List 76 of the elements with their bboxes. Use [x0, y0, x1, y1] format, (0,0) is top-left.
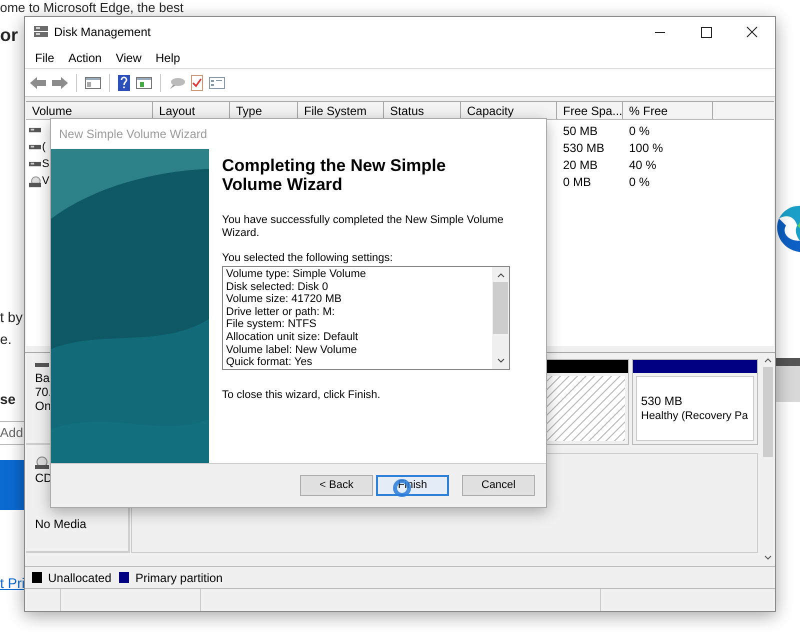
list-item: Volume label: New Volume	[226, 344, 358, 356]
partition[interactable]: 530 MB Healthy (Recovery Pa	[632, 359, 758, 445]
scroll-down-icon[interactable]	[496, 357, 506, 365]
message: To close this wizard, click Finish.	[222, 388, 382, 403]
back-arrow-icon[interactable]	[29, 74, 47, 90]
table-cell: 100 %	[629, 140, 664, 154]
help-icon[interactable]	[117, 74, 131, 92]
table-cell: 20 MB	[563, 158, 598, 172]
optical-drive-icon	[35, 456, 49, 470]
column-header[interactable]: % Free	[623, 102, 713, 119]
text-field[interactable]: Add	[0, 421, 24, 445]
paragraph: t by e.	[0, 308, 24, 349]
checklist-icon[interactable]	[190, 74, 204, 92]
page-heading: ome to Microsoft Edge, the best	[0, 0, 184, 15]
panel-icon[interactable]	[84, 74, 102, 90]
drive-icon	[35, 362, 49, 368]
list-icon[interactable]	[208, 74, 226, 90]
field-label: You selected the following settings:	[222, 252, 394, 265]
list-item: File system: NTFS	[226, 318, 318, 331]
panel-icon[interactable]	[135, 74, 153, 90]
menu-item[interactable]: View	[114, 48, 142, 66]
list-item: Volume type: Simple Volume	[226, 268, 368, 281]
list-item: Disk selected: Disk 0	[226, 280, 330, 294]
table-cell-text: (	[42, 140, 46, 156]
drive-icon	[29, 127, 41, 134]
scroll-thumb[interactable]	[493, 282, 508, 334]
table-cell-text: V	[42, 174, 50, 190]
drive-icon	[29, 144, 41, 151]
list-item: Quick format: Yes	[226, 356, 314, 369]
table-cell: 0 MB	[563, 174, 592, 188]
partition-info: 530 MB	[641, 394, 684, 408]
link[interactable]: t Pri	[0, 573, 25, 594]
page-heading: or	[0, 24, 18, 47]
disk-info: Ba	[35, 371, 51, 385]
scrollbar[interactable]	[492, 267, 509, 369]
table-cell: 0 %	[629, 174, 650, 188]
table-cell-text: S	[42, 157, 50, 172]
list-item: Allocation unit size: Default	[226, 330, 360, 344]
column-header[interactable]: Status	[384, 102, 461, 119]
column-header[interactable]: Capacity	[461, 102, 557, 119]
window-title: Disk Management	[54, 24, 151, 41]
column-header[interactable]: Type	[230, 102, 298, 119]
column-header[interactable]: File System	[298, 102, 384, 119]
list-item: Drive letter or path: M:	[226, 306, 336, 318]
side-panel	[776, 358, 800, 402]
table-cell: 530 MB	[563, 140, 604, 154]
optical-drive-icon	[29, 176, 41, 188]
menu-item[interactable]: Help	[154, 48, 182, 66]
dialog-button[interactable]: Cancel	[462, 475, 535, 496]
settings-list[interactable]: Volume type: Simple Volume Disk selected: Disk 0 Volume size: 41720 MB Drive letter or path: M: File system: NTFS Allocation unit size: Default Volume label: New Volume Quick format: Yes	[222, 266, 510, 370]
menu-item[interactable]: Action	[67, 48, 103, 66]
column-header[interactable]: Volume	[26, 102, 153, 119]
scroll-thumb[interactable]	[762, 367, 772, 457]
disk-info: 70.	[35, 385, 53, 399]
dialog-button[interactable]: < Back	[300, 475, 373, 496]
legend-label: Primary partition	[135, 570, 223, 586]
forward-arrow-icon[interactable]	[51, 74, 69, 90]
column-header[interactable]: Free Spa...	[557, 102, 623, 119]
disk-info: No Media	[35, 517, 88, 531]
dialog-heading: Completing the New Simple Volume Wizard	[222, 156, 447, 194]
partition-info: Healthy (Recovery Pa	[641, 408, 749, 424]
section-heading: se	[0, 390, 16, 409]
list-item: Volume size: 41720 MB	[226, 293, 343, 306]
scroll-up-icon[interactable]	[496, 271, 506, 279]
table-cell: 0 %	[629, 124, 650, 138]
message: You have successfully completed the New Simple Volume Wizard.	[222, 214, 504, 240]
scroll-down-icon[interactable]	[762, 554, 772, 562]
disk-icon	[33, 25, 49, 39]
scroll-up-icon[interactable]	[762, 356, 772, 364]
legend-label: Unallocated	[48, 570, 112, 586]
table-cell: 50 MB	[563, 124, 598, 138]
table-cell: 40 %	[629, 158, 656, 172]
drive-icon	[29, 161, 41, 168]
dialog-title: New Simple Volume Wizard	[59, 126, 208, 143]
column-header[interactable]: Layout	[153, 102, 230, 119]
menu-item[interactable]: File	[34, 48, 56, 66]
